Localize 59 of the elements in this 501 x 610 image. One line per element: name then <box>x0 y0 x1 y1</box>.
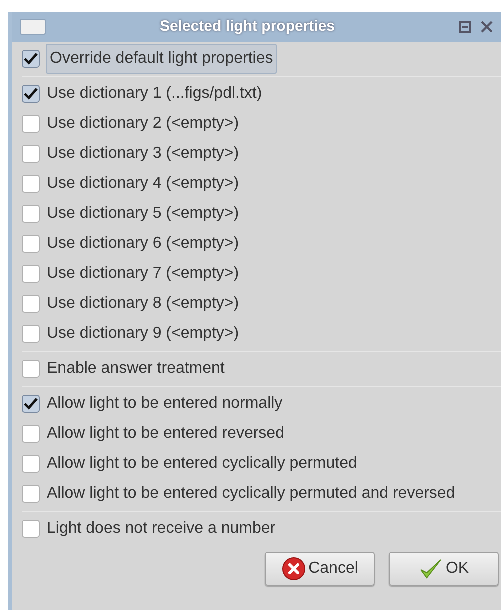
checkbox-option[interactable]: Use dictionary 7 (<empty>) <box>22 259 501 289</box>
checkbox[interactable] <box>22 115 40 133</box>
checkbox[interactable] <box>22 85 40 103</box>
checkbox[interactable] <box>22 145 40 163</box>
checkbox[interactable] <box>22 50 40 68</box>
maximize-icon[interactable] <box>459 21 471 33</box>
ok-button[interactable]: OK <box>389 552 499 586</box>
option-label: Use dictionary 1 (...figs/pdl.txt) <box>46 84 264 104</box>
checkmark-icon <box>24 398 38 410</box>
option-label: Allow light to be entered reversed <box>46 424 286 444</box>
checkbox-option[interactable]: Use dictionary 8 (<empty>) <box>22 289 501 319</box>
checkbox-option[interactable]: Use dictionary 9 (<empty>) <box>22 319 501 349</box>
checkbox-option[interactable]: Allow light to be entered cyclically permuted <box>22 449 501 479</box>
checkbox-option[interactable]: Use dictionary 3 (<empty>) <box>22 139 501 169</box>
window-menu-icon[interactable] <box>20 19 46 35</box>
checkbox-option[interactable]: Allow light to be entered normally <box>22 389 501 419</box>
option-label: Use dictionary 3 (<empty>) <box>46 144 240 164</box>
option-label: Use dictionary 5 (<empty>) <box>46 204 240 224</box>
option-label: Allow light to be entered normally <box>46 394 284 414</box>
option-label: Allow light to be entered cyclically permuted and reversed <box>46 484 456 504</box>
checkbox-option[interactable]: Allow light to be entered cyclically permuted and reversed <box>22 479 501 509</box>
checkbox[interactable] <box>22 235 40 253</box>
option-label: Use dictionary 7 (<empty>) <box>46 264 240 284</box>
checkbox[interactable] <box>22 265 40 283</box>
checkbox[interactable] <box>22 485 40 503</box>
option-label: Use dictionary 2 (<empty>) <box>46 114 240 134</box>
checkbox[interactable] <box>22 205 40 223</box>
checkbox-option[interactable]: Allow light to be entered reversed <box>22 419 501 449</box>
checkbox[interactable] <box>22 395 40 413</box>
checkbox[interactable] <box>22 295 40 313</box>
checkmark-icon <box>24 88 38 100</box>
option-label: Use dictionary 6 (<empty>) <box>46 234 240 254</box>
checkbox-option[interactable]: Override default light properties <box>22 44 501 74</box>
checkmark-icon <box>24 53 38 65</box>
window-title: Selected light properties <box>158 16 336 37</box>
option-label: Allow light to be entered cyclically permuted <box>46 454 358 474</box>
checkbox-option[interactable]: Use dictionary 1 (...figs/pdl.txt) <box>22 79 501 109</box>
option-label: Override default light properties <box>46 44 278 74</box>
checkbox-option[interactable]: Use dictionary 4 (<empty>) <box>22 169 501 199</box>
close-icon[interactable] <box>481 21 493 33</box>
cancel-icon <box>282 557 306 581</box>
checkbox-option[interactable]: Use dictionary 6 (<empty>) <box>22 229 501 259</box>
checkbox[interactable] <box>22 325 40 343</box>
option-label: Enable answer treatment <box>46 359 226 379</box>
cancel-button[interactable]: Cancel <box>265 552 375 586</box>
checkbox-option[interactable]: Use dictionary 2 (<empty>) <box>22 109 501 139</box>
checkbox-option[interactable]: Light does not receive a number <box>22 514 501 544</box>
checkbox[interactable] <box>22 425 40 443</box>
option-label: Light does not receive a number <box>46 519 277 539</box>
option-label: Use dictionary 4 (<empty>) <box>46 174 240 194</box>
checkbox[interactable] <box>22 520 40 538</box>
checkbox[interactable] <box>22 175 40 193</box>
checkbox-option[interactable]: Use dictionary 5 (<empty>) <box>22 199 501 229</box>
checkbox-option[interactable]: Enable answer treatment <box>22 354 501 384</box>
checkbox[interactable] <box>22 455 40 473</box>
checkmark-icon <box>418 558 443 580</box>
option-label: Use dictionary 9 (<empty>) <box>46 324 240 344</box>
option-label: Use dictionary 8 (<empty>) <box>46 294 240 314</box>
checkbox[interactable] <box>22 360 40 378</box>
